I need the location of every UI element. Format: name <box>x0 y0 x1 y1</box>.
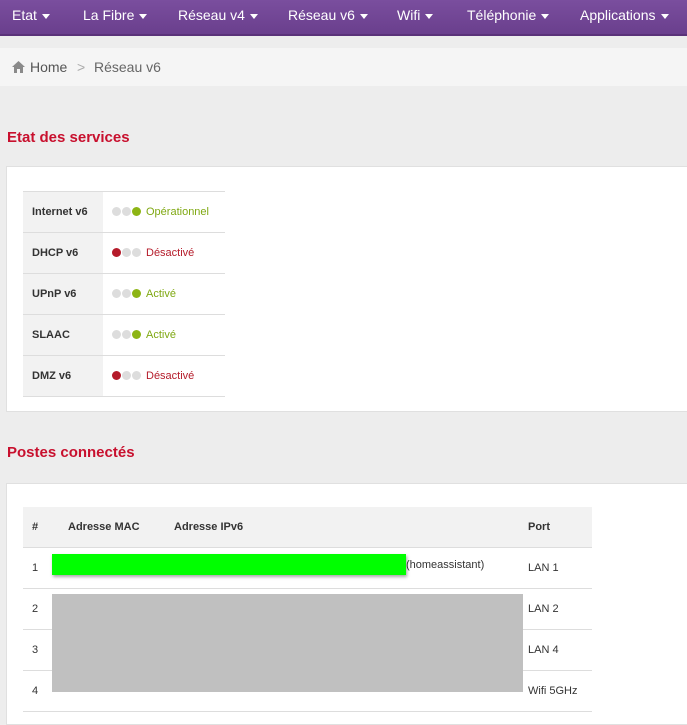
caret-down-icon <box>359 13 368 19</box>
caret-down-icon <box>660 13 669 19</box>
status-dot-icon <box>132 207 141 216</box>
service-name: SLAAC <box>23 314 103 356</box>
col-ipv6: Adresse IPv6 <box>173 507 527 548</box>
breadcrumb-separator: > <box>77 59 86 75</box>
service-status: Activé <box>103 314 225 356</box>
nav-item-telephonie[interactable]: Téléphonie <box>467 0 550 34</box>
status-dot-icon <box>132 248 141 257</box>
col-num: # <box>23 507 67 548</box>
status-dot-icon <box>132 371 141 380</box>
nav-item-reseau-v4[interactable]: Réseau v4 <box>178 0 258 34</box>
breadcrumb-home[interactable]: Home <box>12 48 67 86</box>
top-nav: Etat La Fibre Réseau v4 Réseau v6 Wifi T… <box>0 0 687 36</box>
breadcrumb-home-label: Home <box>30 59 68 75</box>
services-table: Internet v6 Opérationnel DHCP v6 Désacti… <box>23 191 225 397</box>
status-label: Désactivé <box>146 247 195 259</box>
status-dot-icon <box>122 371 131 380</box>
nav-label: Applications <box>580 7 656 23</box>
nav-item-wifi[interactable]: Wifi <box>397 0 434 34</box>
nav-label: La Fibre <box>83 7 135 23</box>
status-dot-icon <box>122 330 131 339</box>
service-row: Internet v6 Opérationnel <box>23 191 225 233</box>
service-name: Internet v6 <box>23 191 103 233</box>
caret-down-icon <box>425 13 434 19</box>
service-row: UPnP v6 Activé <box>23 273 225 315</box>
status-dot-icon <box>112 330 121 339</box>
nav-label: Réseau v6 <box>288 7 355 23</box>
status-dot-icon <box>122 248 131 257</box>
service-name: DMZ v6 <box>23 355 103 397</box>
redaction-box <box>52 594 523 692</box>
service-name: DHCP v6 <box>23 232 103 274</box>
redaction-box <box>52 554 406 575</box>
status-dot-icon <box>112 248 121 257</box>
status-label: Activé <box>146 288 176 300</box>
status-dot-icon <box>112 207 121 216</box>
row-port: LAN 4 <box>527 629 592 671</box>
breadcrumb: Home > Réseau v6 <box>0 48 687 86</box>
hosts-title: Postes connectés <box>7 444 135 461</box>
caret-down-icon <box>541 13 550 19</box>
caret-down-icon <box>139 13 148 19</box>
service-status: Opérationnel <box>103 191 225 233</box>
row-port: LAN 1 <box>527 547 592 589</box>
service-status: Activé <box>103 273 225 315</box>
col-port: Port <box>527 507 592 548</box>
table-header: # Adresse MAC Adresse IPv6 Port <box>23 507 592 548</box>
service-row: DHCP v6 Désactivé <box>23 232 225 274</box>
row-hostname: (homeassistant) <box>406 559 485 571</box>
home-icon <box>12 61 25 73</box>
status-dot-icon <box>132 330 141 339</box>
row-port: Wifi 5GHz <box>527 670 592 712</box>
nav-label: Téléphonie <box>467 7 537 23</box>
nav-label: Réseau v4 <box>178 7 245 23</box>
service-row: SLAAC Activé <box>23 314 225 356</box>
caret-down-icon <box>249 13 258 19</box>
status-label: Activé <box>146 329 176 341</box>
nav-item-reseau-v6[interactable]: Réseau v6 <box>288 0 368 34</box>
row-port: LAN 2 <box>527 588 592 630</box>
nav-label: Wifi <box>397 7 421 23</box>
nav-item-etat[interactable]: Etat <box>12 0 50 34</box>
service-status: Désactivé <box>103 232 225 274</box>
status-dot-icon <box>112 371 121 380</box>
nav-item-la-fibre[interactable]: La Fibre <box>83 0 148 34</box>
status-dot-icon <box>132 289 141 298</box>
status-label: Désactivé <box>146 370 195 382</box>
service-row: DMZ v6 Désactivé <box>23 355 225 397</box>
nav-label: Etat <box>12 7 37 23</box>
caret-down-icon <box>41 13 50 19</box>
service-status: Désactivé <box>103 355 225 397</box>
service-name: UPnP v6 <box>23 273 103 315</box>
col-mac: Adresse MAC <box>67 507 173 548</box>
status-dot-icon <box>122 289 131 298</box>
status-label: Opérationnel <box>146 206 209 218</box>
services-title: Etat des services <box>7 129 130 146</box>
status-dot-icon <box>122 207 131 216</box>
breadcrumb-current: Réseau v6 <box>94 59 161 75</box>
nav-item-applications[interactable]: Applications <box>580 0 669 34</box>
status-dot-icon <box>112 289 121 298</box>
